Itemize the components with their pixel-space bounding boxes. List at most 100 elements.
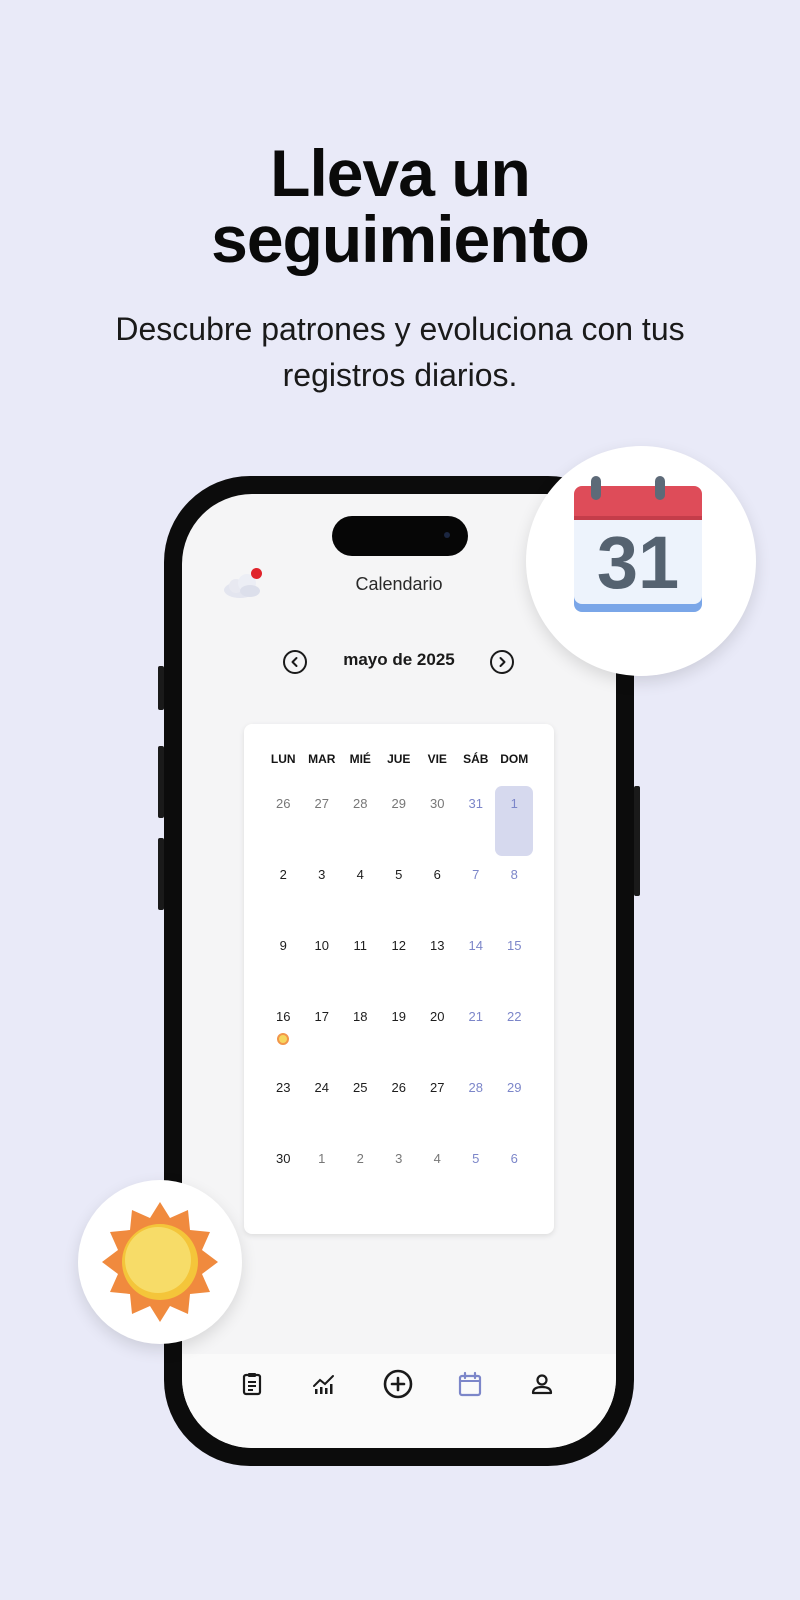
calendar-day[interactable]: 26 [380,1070,419,1141]
calendar-day[interactable]: 24 [303,1070,342,1141]
calendar-day[interactable]: 13 [418,928,457,999]
calendar-day[interactable]: 27 [418,1070,457,1141]
hero-title-line2: seguimiento [211,202,590,276]
chevron-right-icon [499,657,506,667]
weekday-label: MAR [308,752,336,766]
hero-title: Lleva un seguimiento [0,140,800,272]
calendar-day[interactable]: 23 [264,1070,303,1141]
calendar-day[interactable]: 4 [341,857,380,928]
day-number: 23 [276,1080,291,1095]
sun-badge [78,1180,242,1344]
day-number: 26 [276,796,291,811]
day-number: 21 [468,1009,483,1024]
calendar-day[interactable]: 2 [341,1141,380,1212]
calendar-day[interactable]: 10 [303,928,342,999]
calendar-day[interactable]: 3 [303,857,342,928]
phone-volume-up [158,746,164,818]
calendar-day[interactable]: 6 [495,1141,534,1212]
tab-stats[interactable] [308,1368,340,1400]
day-number: 14 [468,938,483,953]
calendar-day[interactable]: 16 [264,999,303,1070]
calendar-day[interactable]: 21 [457,999,496,1070]
calendar-day[interactable]: 5 [457,1141,496,1212]
calendar-day[interactable]: 19 [380,999,419,1070]
calendar-day[interactable]: 26 [264,786,303,857]
day-number: 26 [391,1080,406,1095]
hero-subtitle: Descubre patrones y evoluciona con tus r… [115,311,685,393]
profile-icon [531,1374,553,1395]
calendar-day[interactable]: 30 [264,1141,303,1212]
month-label: mayo de 2025 [343,650,455,669]
next-month-button[interactable] [490,650,514,674]
clipboard-icon [242,1373,262,1396]
tab-add-entry[interactable] [382,1368,414,1400]
tab-entries[interactable] [236,1368,268,1400]
add-circle-icon [383,1369,413,1399]
calendar-card: LUN MAR MIÉ JUE VIE SÁB DOM 26 27 28 29 30 31 1 2 3 4 5 6… [244,724,554,1234]
day-number: 19 [391,1009,406,1024]
calendar-day[interactable]: 6 [418,857,457,928]
calendar-day[interactable]: 4 [418,1141,457,1212]
phone-power-button [634,786,640,896]
dynamic-island [332,516,468,556]
day-number: 1 [318,1151,326,1166]
calendar-icon [458,1371,482,1397]
calendar-day[interactable]: 28 [457,1070,496,1141]
calendar-day[interactable]: 22 [495,999,534,1070]
calendar-day[interactable]: 3 [380,1141,419,1212]
calendar-day[interactable]: 29 [380,786,419,857]
calendar-day[interactable]: 17 [303,999,342,1070]
calendar-badge: 31 [526,446,756,676]
calendar-day[interactable]: 2 [264,857,303,928]
calendar-day[interactable]: 15 [495,928,534,999]
weekday-label: DOM [500,752,529,766]
calendar-grid: 26 27 28 29 30 31 1 2 3 4 5 6 7 8 9 10 11 12 13 14 15 16 17 18 1… [264,786,534,1212]
day-number: 17 [314,1009,329,1024]
day-number: 29 [507,1080,522,1095]
calendar-day[interactable]: 30 [418,786,457,857]
day-number: 6 [433,867,441,882]
day-number: 8 [510,867,518,882]
calendar-day[interactable]: 27 [303,786,342,857]
day-number: 15 [507,938,522,953]
day-number: 10 [314,938,329,953]
day-number: 7 [472,867,480,882]
calendar-day[interactable]: 31 [457,786,496,857]
calendar-day[interactable]: 9 [264,928,303,999]
calendar-day[interactable]: 7 [457,857,496,928]
day-number: 3 [395,1151,403,1166]
calendar-day[interactable]: 18 [341,999,380,1070]
day-number: 2 [279,867,287,882]
chevron-left-icon [291,657,298,667]
day-number: 2 [356,1151,364,1166]
day-number: 1 [510,796,518,811]
calendar-day-selected[interactable]: 1 [495,786,534,857]
hero-title-line1: Lleva un [270,136,531,210]
day-number: 12 [391,938,406,953]
calendar-day[interactable]: 14 [457,928,496,999]
bottom-tab-bar [182,1354,616,1448]
calendar-day[interactable]: 11 [341,928,380,999]
weekday-label: VIE [427,752,447,766]
tab-calendar[interactable] [454,1368,486,1400]
day-number: 30 [430,796,445,811]
day-number: 13 [430,938,445,953]
calendar-day[interactable]: 20 [418,999,457,1070]
calendar-day[interactable]: 1 [303,1141,342,1212]
calendar-day[interactable]: 5 [380,857,419,928]
calendar-day[interactable]: 25 [341,1070,380,1141]
calendar-day[interactable]: 8 [495,857,534,928]
day-number: 5 [472,1151,480,1166]
phone-mute-switch [158,666,164,710]
tab-profile[interactable] [526,1368,558,1400]
calendar-day[interactable]: 12 [380,928,419,999]
weekday-label: JUE [387,752,411,766]
chart-icon [313,1375,334,1394]
calendar-day[interactable]: 28 [341,786,380,857]
day-number: 4 [433,1151,441,1166]
day-number: 28 [353,796,368,811]
calendar-day[interactable]: 29 [495,1070,534,1141]
weekday-header: LUN MAR MIÉ JUE VIE SÁB DOM [244,752,574,772]
phone-volume-down [158,838,164,910]
day-number: 18 [353,1009,368,1024]
